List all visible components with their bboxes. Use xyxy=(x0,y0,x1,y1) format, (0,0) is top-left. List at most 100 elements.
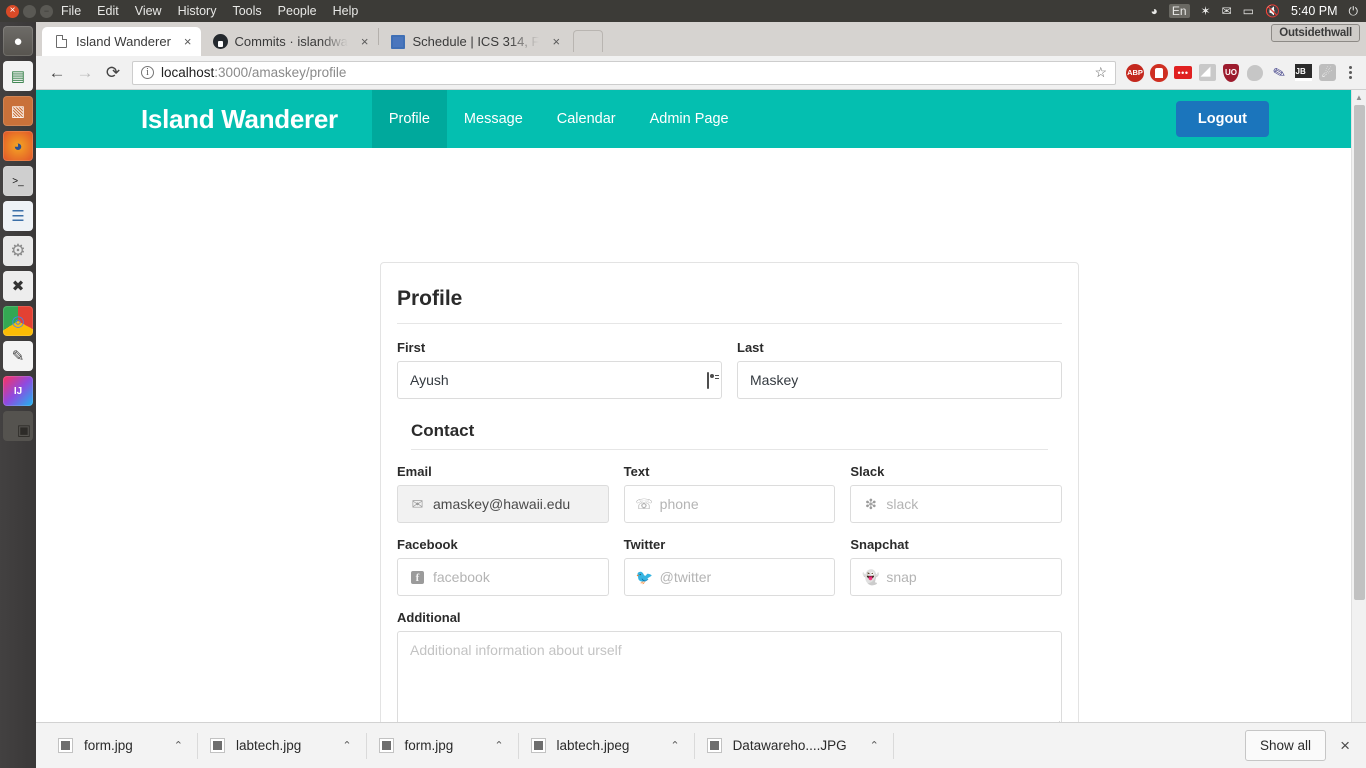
slack-input[interactable]: ❇ slack xyxy=(850,485,1063,523)
terminal-icon: >_ xyxy=(12,175,24,187)
chevron-up-icon[interactable]: ⌃ xyxy=(174,739,183,752)
clock[interactable]: 5:40 PM xyxy=(1291,4,1338,18)
browser-tab-island-wanderer[interactable]: Island Wanderer × xyxy=(42,27,201,56)
browser-tab-commits[interactable]: Commits · islandwa × xyxy=(200,27,378,56)
launcher-item-google-chrome[interactable]: ◎ xyxy=(3,306,33,336)
chevron-up-icon[interactable]: ⌃ xyxy=(870,739,879,752)
download-item[interactable]: Datawareho....JPG ⌃ xyxy=(695,731,893,761)
menu-history[interactable]: History xyxy=(178,4,217,18)
first-name-input[interactable]: Ayush xyxy=(397,361,722,399)
ublock-origin-icon[interactable]: UO xyxy=(1220,62,1242,84)
tab-close-icon[interactable]: × xyxy=(552,34,560,49)
window-minimize-button[interactable] xyxy=(23,4,36,18)
browser-tab-schedule[interactable]: Schedule | ICS 314, F × xyxy=(378,27,570,56)
libreoffice-impress-icon: ▧ xyxy=(10,103,26,120)
menu-view[interactable]: View xyxy=(135,4,162,18)
volume-muted-icon[interactable]: 🔇 xyxy=(1265,5,1280,17)
ublock-hand-icon[interactable] xyxy=(1148,62,1170,84)
launcher-item-trash[interactable]: ▣ xyxy=(3,411,33,441)
chevron-up-icon[interactable]: ⌃ xyxy=(670,739,679,752)
jetbrains-icon[interactable]: JB xyxy=(1292,62,1314,84)
download-item[interactable]: labtech.jpg ⌃ xyxy=(198,731,366,761)
launcher-item-libreoffice-calc[interactable]: ▤ xyxy=(3,61,33,91)
launcher-item-intellij-idea[interactable]: IJ xyxy=(3,376,33,406)
additional-field: Additional xyxy=(397,610,1062,722)
tab-close-icon[interactable]: × xyxy=(184,34,192,49)
color-palette-icon[interactable] xyxy=(1244,62,1266,84)
show-all-downloads-button[interactable]: Show all xyxy=(1245,730,1327,761)
chevron-up-icon[interactable]: ⌃ xyxy=(494,739,503,752)
address-bar[interactable]: i localhost:3000/amaskey/profile ☆ xyxy=(132,60,1116,85)
comet-icon[interactable]: ☄ xyxy=(1316,62,1338,84)
launcher-item-text-editor[interactable]: ✎ xyxy=(3,341,33,371)
bookmark-star-icon[interactable]: ☆ xyxy=(1094,64,1107,81)
contact-row-1: Email ✉ amaskey@hawaii.edu Text ☏ phone xyxy=(397,464,1063,537)
menu-help[interactable]: Help xyxy=(333,4,359,18)
menu-edit[interactable]: Edit xyxy=(97,4,119,18)
menu-file[interactable]: File xyxy=(61,4,81,18)
launcher-item-terminal[interactable]: >_ xyxy=(3,166,33,196)
launcher-item-libreoffice-impress[interactable]: ▧ xyxy=(3,96,33,126)
new-tab-button[interactable] xyxy=(573,30,604,52)
rss-feed-icon[interactable] xyxy=(1196,62,1218,84)
logout-button[interactable]: Logout xyxy=(1175,101,1269,137)
jetbrains-label: JB xyxy=(1294,64,1312,81)
snapchat-placeholder: snap xyxy=(886,569,917,585)
twitter-input[interactable]: 🐦 @twitter xyxy=(623,558,836,596)
chrome-menu-icon[interactable] xyxy=(1340,66,1360,79)
nav-item-calendar[interactable]: Calendar xyxy=(540,90,633,148)
text-input[interactable]: ☏ phone xyxy=(623,485,836,523)
first-name-value: Ayush xyxy=(410,372,449,388)
contact-divider xyxy=(411,449,1048,450)
additional-textarea[interactable] xyxy=(397,631,1062,722)
wifi-icon[interactable]: ◕ xyxy=(1151,5,1158,17)
power-icon[interactable]: ⏻ xyxy=(1349,5,1359,17)
menu-tools[interactable]: Tools xyxy=(232,4,261,18)
launcher-item-ubuntu-dash[interactable]: ● xyxy=(3,26,33,56)
color-picker-icon[interactable]: ✎ xyxy=(1268,62,1290,84)
download-filename: labtech.jpg xyxy=(236,738,302,753)
app-brand[interactable]: Island Wanderer xyxy=(141,90,372,148)
site-info-icon[interactable]: i xyxy=(141,66,154,79)
slack-label: Slack xyxy=(850,464,885,479)
forward-button[interactable]: → xyxy=(72,60,98,86)
adblock-plus-icon[interactable]: ABP xyxy=(1124,62,1146,84)
tab-title: Schedule | ICS 314, F xyxy=(412,34,540,49)
nav-item-message[interactable]: Message xyxy=(447,90,540,148)
browser-toolbar: ← → ⟳ i localhost:3000/amaskey/profile ☆… xyxy=(36,56,1366,90)
tab-close-icon[interactable]: × xyxy=(361,34,369,49)
launcher-item-firefox[interactable]: ◕ xyxy=(3,131,33,161)
nav-item-admin-page[interactable]: Admin Page xyxy=(633,90,746,148)
vcard-autofill-icon[interactable] xyxy=(707,371,709,389)
reload-button[interactable]: ⟳ xyxy=(100,60,126,86)
window-user-badge[interactable]: Outsidethwall xyxy=(1271,24,1360,42)
window-maximize-button[interactable]: − xyxy=(40,4,53,18)
red-badge-icon[interactable]: ••• xyxy=(1172,62,1194,84)
download-item[interactable]: labtech.jpeg ⌃ xyxy=(519,731,694,761)
bluetooth-icon[interactable]: ✶ xyxy=(1201,5,1211,17)
scrollbar-thumb[interactable] xyxy=(1354,105,1365,600)
back-button[interactable]: ← xyxy=(44,60,70,86)
launcher-item-files[interactable]: ☰ xyxy=(3,201,33,231)
snapchat-input[interactable]: 👻 snap xyxy=(850,558,1063,596)
download-item[interactable]: form.jpg ⌃ xyxy=(367,731,518,761)
gear-icon: ⚙ xyxy=(10,241,26,260)
keyboard-layout-indicator[interactable]: En xyxy=(1168,4,1190,18)
blue-square-icon xyxy=(391,34,406,49)
nav-item-profile[interactable]: Profile xyxy=(371,90,447,148)
firefox-icon: ◕ xyxy=(13,137,23,155)
launcher-item-gimp[interactable]: ✖ xyxy=(3,271,33,301)
download-item[interactable]: form.jpg ⌃ xyxy=(46,731,197,761)
page-scrollbar[interactable]: ▲ xyxy=(1351,90,1366,722)
mail-icon[interactable]: ✉ xyxy=(1222,5,1232,17)
last-name-input[interactable]: Maskey xyxy=(737,361,1062,399)
launcher-item-system-settings[interactable]: ⚙ xyxy=(3,236,33,266)
facebook-input[interactable]: f facebook xyxy=(397,558,609,596)
chevron-up-icon[interactable]: ⌃ xyxy=(342,739,351,752)
close-downloads-bar-icon[interactable]: × xyxy=(1326,736,1360,756)
downloads-bar: form.jpg ⌃ labtech.jpg ⌃ form.jpg ⌃ labt… xyxy=(36,722,1366,768)
scrollbar-up-arrow[interactable]: ▲ xyxy=(1352,90,1366,105)
menu-people[interactable]: People xyxy=(278,4,317,18)
window-close-button[interactable]: × xyxy=(6,4,19,18)
battery-icon[interactable]: ▭ xyxy=(1243,5,1254,17)
